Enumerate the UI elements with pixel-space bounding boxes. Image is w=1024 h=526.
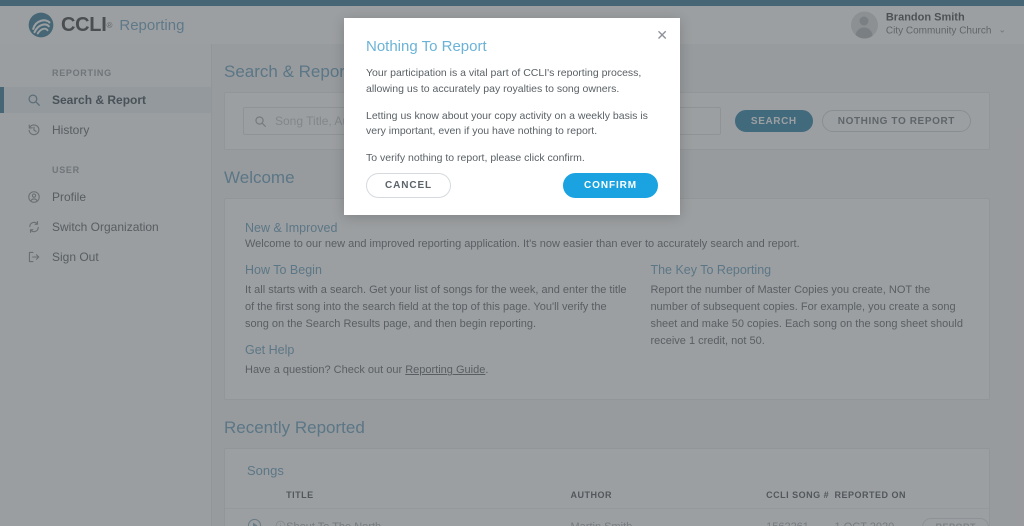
dialog-paragraph-3: To verify nothing to report, please clic…	[366, 152, 585, 164]
nothing-to-report-dialog: ✕ Nothing To Report Your participation i…	[344, 18, 680, 215]
dialog-title: Nothing To Report	[366, 38, 487, 55]
confirm-button[interactable]: CONFIRM	[563, 173, 658, 198]
app-root: CCLI ® Reporting Brandon Smith City Comm…	[0, 0, 1024, 526]
dialog-paragraph-1: Your participation is a vital part of CC…	[366, 67, 642, 95]
cancel-button[interactable]: CANCEL	[366, 173, 452, 198]
dialog-paragraph-2: Letting us know about your copy activity…	[366, 109, 648, 138]
close-icon[interactable]: ✕	[656, 28, 668, 42]
dialog-actions: CANCEL CONFIRM	[366, 173, 658, 198]
